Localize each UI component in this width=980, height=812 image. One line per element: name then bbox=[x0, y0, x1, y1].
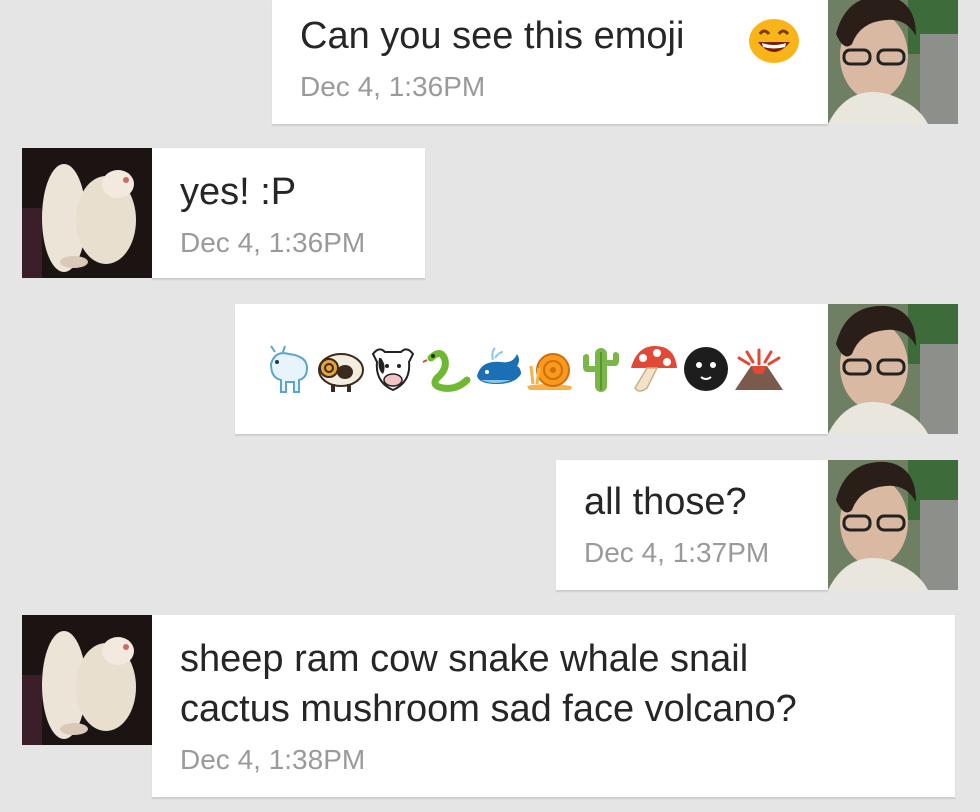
avatar-self[interactable] bbox=[828, 304, 958, 434]
message-timestamp: Dec 4, 1:37PM bbox=[584, 537, 770, 568]
message-bubble-sent[interactable]: Can you see this emoji Dec 4, 1:36PM bbox=[272, 0, 828, 124]
avatar-contact[interactable] bbox=[22, 148, 152, 278]
ram-icon bbox=[318, 353, 364, 392]
snail-icon bbox=[527, 353, 572, 390]
volcano-icon bbox=[735, 348, 783, 390]
cow-icon bbox=[371, 348, 415, 392]
message-bubble-received[interactable]: yes! :P Dec 4, 1:36PM bbox=[152, 148, 425, 278]
cactus-icon bbox=[583, 348, 619, 392]
avatar-self[interactable] bbox=[828, 0, 958, 124]
grinning-face-icon bbox=[748, 14, 800, 69]
message-text: all those? bbox=[584, 481, 747, 523]
mushroom-icon bbox=[631, 346, 677, 392]
message-timestamp: Dec 4, 1:36PM bbox=[180, 227, 366, 258]
goat-icon bbox=[269, 345, 309, 393]
snake-icon bbox=[422, 350, 471, 392]
message-timestamp: Dec 4, 1:36PM bbox=[300, 71, 486, 102]
avatar-self[interactable] bbox=[828, 460, 958, 590]
message-bubble-sent[interactable]: all those? Dec 4, 1:37PM bbox=[556, 460, 828, 590]
whale-icon bbox=[477, 347, 521, 384]
message-text: Can you see this emoji bbox=[300, 15, 685, 57]
message-bubble-received[interactable]: sheep ram cow snake whale snail cactus m… bbox=[152, 615, 955, 797]
message-text: yes! :P bbox=[180, 171, 297, 213]
avatar-contact[interactable] bbox=[22, 615, 152, 745]
new-moon-face-icon bbox=[684, 347, 728, 391]
message-bubble-sent[interactable] bbox=[235, 304, 828, 434]
emoji-sequence bbox=[263, 344, 787, 394]
message-timestamp: Dec 4, 1:38PM bbox=[180, 744, 366, 775]
message-text-line-1: sheep ram cow snake whale snail bbox=[180, 638, 749, 680]
message-text-line-2: cactus mushroom sad face volcano? bbox=[180, 688, 797, 730]
